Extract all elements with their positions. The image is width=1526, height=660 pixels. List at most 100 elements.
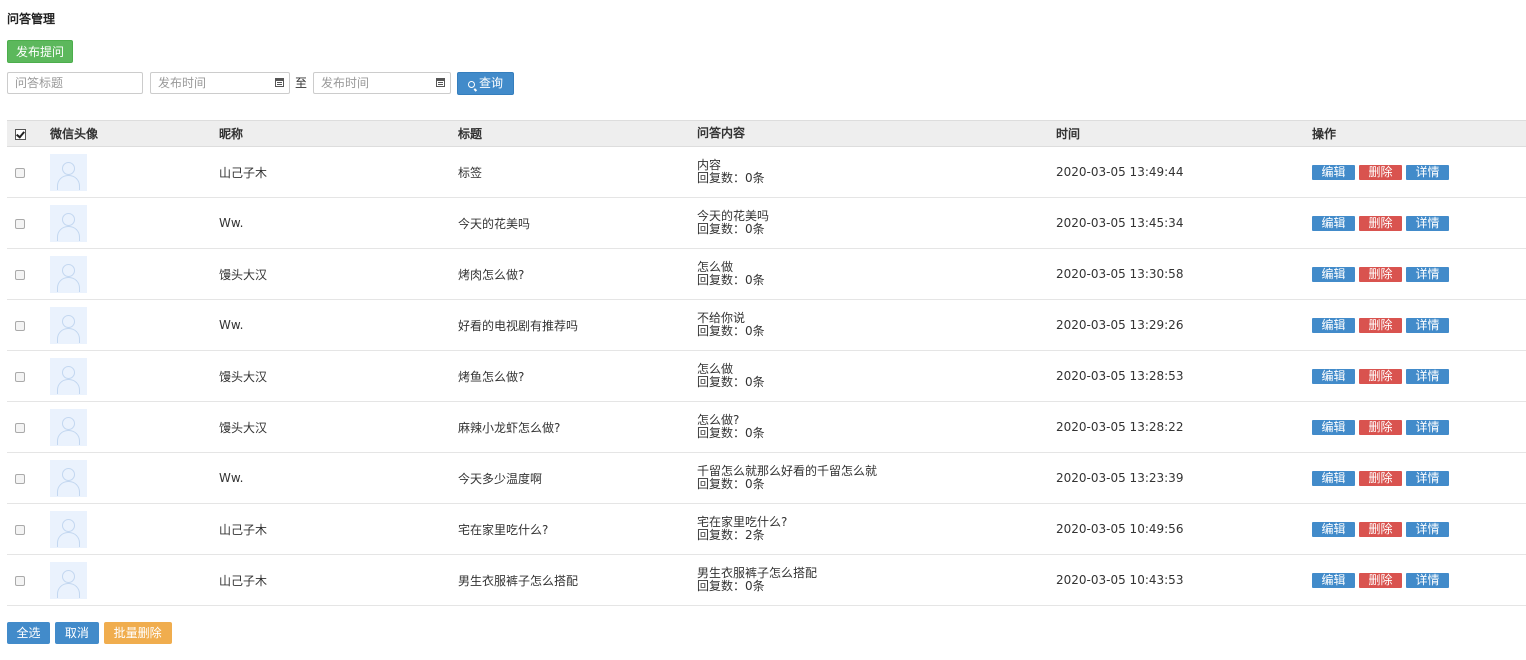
row-checkbox[interactable] (15, 524, 25, 535)
date-range-separator: 至 (295, 76, 308, 90)
row-reply-count: 回复数：0条 (697, 222, 765, 236)
row-time: 2020-03-05 13:23:39 (1056, 471, 1184, 485)
delete-button[interactable]: 删除 (1359, 164, 1402, 180)
row-reply-count: 回复数：2条 (697, 528, 765, 542)
row-checkbox[interactable] (15, 422, 25, 433)
start-date-placeholder: 发布时间 (158, 76, 207, 90)
start-date-input[interactable]: 发布时间 (150, 72, 290, 94)
table-row: Ww. 好看的电视剧有推荐吗 不给你说 回复数：0条 2020-03-05 13:… (7, 300, 1526, 351)
header-select-all[interactable] (7, 120, 50, 147)
row-nickname: 馒头大汉 (219, 369, 268, 384)
row-title: 宅在家里吃什么? (458, 522, 549, 537)
user-avatar-icon (50, 255, 87, 293)
row-checkbox[interactable] (15, 269, 25, 280)
row-time: 2020-03-05 13:28:22 (1056, 420, 1184, 434)
question-title-input[interactable]: 问答标题 (7, 72, 143, 94)
row-time: 2020-03-05 13:28:53 (1056, 369, 1184, 383)
detail-button[interactable]: 详情 (1406, 164, 1449, 180)
table-row: 山己子木 标签 内容 回复数：0条 2020-03-05 13:49:44 编辑删… (7, 147, 1526, 198)
row-checkbox[interactable] (15, 575, 25, 586)
row-time: 2020-03-05 13:29:26 (1056, 318, 1184, 332)
header-title: 标题 (458, 120, 697, 147)
table-row: 山己子木 宅在家里吃什么? 宅在家里吃什么? 回复数：2条 2020-03-05 … (7, 504, 1526, 555)
table-header-row: 微信头像 昵称 标题 问答内容 时间 操作 (7, 120, 1526, 147)
row-reply-count: 回复数：0条 (697, 375, 765, 389)
header-actions: 操作 (1312, 120, 1526, 147)
delete-button[interactable]: 删除 (1359, 419, 1402, 435)
calendar-icon[interactable] (436, 78, 445, 87)
user-avatar-icon (50, 408, 87, 446)
header-content: 问答内容 (697, 120, 1056, 147)
user-avatar-icon (50, 561, 87, 599)
delete-button[interactable]: 删除 (1359, 470, 1402, 486)
detail-button[interactable]: 详情 (1406, 521, 1449, 537)
calendar-icon[interactable] (275, 78, 284, 87)
delete-button[interactable]: 删除 (1359, 215, 1402, 231)
publish-question-button[interactable]: 发布提问 (7, 40, 73, 63)
page-title: 问答管理 (7, 12, 56, 26)
user-avatar-icon (50, 459, 87, 497)
row-reply-count: 回复数：0条 (697, 324, 765, 338)
row-nickname: 馒头大汉 (219, 267, 268, 282)
edit-button[interactable]: 编辑 (1312, 164, 1355, 180)
end-date-placeholder: 发布时间 (321, 76, 370, 90)
row-checkbox[interactable] (15, 473, 25, 484)
detail-button[interactable]: 详情 (1406, 317, 1449, 333)
detail-button[interactable]: 详情 (1406, 368, 1449, 384)
detail-button[interactable]: 详情 (1406, 470, 1449, 486)
row-reply-count: 回复数：0条 (697, 171, 765, 185)
row-title: 男生衣服裤子怎么搭配 (458, 573, 579, 588)
query-label: 查询 (478, 76, 503, 90)
row-time: 2020-03-05 13:45:34 (1056, 216, 1184, 230)
select-all-button[interactable]: 全选 (7, 622, 50, 644)
row-nickname: Ww. (219, 318, 244, 332)
cancel-selection-button[interactable]: 取消 (54, 622, 99, 644)
detail-button[interactable]: 详情 (1406, 266, 1449, 282)
check-icon[interactable] (15, 128, 26, 140)
qa-table: 微信头像 昵称 标题 问答内容 时间 操作 山己子木 标签 内容 回复数：0条 2… (7, 120, 1526, 606)
edit-button[interactable]: 编辑 (1312, 317, 1355, 333)
table-row: Ww. 今天多少温度啊 千留怎么就那么好看的千留怎么就 回复数：0条 2020-0… (7, 453, 1526, 504)
row-title: 烤鱼怎么做? (458, 369, 525, 384)
delete-button[interactable]: 删除 (1359, 266, 1402, 282)
row-title: 标签 (458, 165, 483, 180)
bulk-actions-bar: 全选 取消 批量删除 (7, 622, 173, 644)
row-nickname: Ww. (219, 216, 244, 230)
user-avatar-icon (50, 204, 87, 242)
edit-button[interactable]: 编辑 (1312, 470, 1355, 486)
detail-button[interactable]: 详情 (1406, 215, 1449, 231)
row-title: 今天的花美吗 (458, 216, 531, 231)
detail-button[interactable]: 详情 (1406, 419, 1449, 435)
row-title: 今天多少温度啊 (458, 471, 543, 486)
user-avatar-icon (50, 510, 87, 548)
batch-delete-button[interactable]: 批量删除 (103, 622, 172, 644)
row-title: 麻辣小龙虾怎么做? (458, 420, 561, 435)
table-row: 山己子木 男生衣服裤子怎么搭配 男生衣服裤子怎么搭配 回复数：0条 2020-03… (7, 555, 1526, 606)
table-row: 馒头大汉 烤肉怎么做? 怎么做 回复数：0条 2020-03-05 13:30:5… (7, 249, 1526, 300)
delete-button[interactable]: 删除 (1359, 317, 1402, 333)
header-avatar: 微信头像 (50, 120, 219, 147)
edit-button[interactable]: 编辑 (1312, 419, 1355, 435)
user-avatar-icon (50, 153, 87, 191)
edit-button[interactable]: 编辑 (1312, 215, 1355, 231)
delete-button[interactable]: 删除 (1359, 521, 1402, 537)
edit-button[interactable]: 编辑 (1312, 521, 1355, 537)
edit-button[interactable]: 编辑 (1312, 266, 1355, 282)
delete-button[interactable]: 删除 (1359, 572, 1402, 588)
row-checkbox[interactable] (15, 167, 25, 178)
table-row: 馒头大汉 麻辣小龙虾怎么做? 怎么做? 回复数：0条 2020-03-05 13:… (7, 402, 1526, 453)
row-nickname: 山己子木 (219, 573, 268, 588)
delete-button[interactable]: 删除 (1359, 368, 1402, 384)
row-checkbox[interactable] (15, 218, 25, 229)
detail-button[interactable]: 详情 (1406, 572, 1449, 588)
search-icon (467, 81, 475, 88)
row-checkbox[interactable] (15, 320, 25, 331)
row-nickname: 山己子木 (219, 522, 268, 537)
edit-button[interactable]: 编辑 (1312, 368, 1355, 384)
row-checkbox[interactable] (15, 371, 25, 382)
end-date-input[interactable]: 发布时间 (313, 72, 451, 94)
table-row: 馒头大汉 烤鱼怎么做? 怎么做 回复数：0条 2020-03-05 13:28:5… (7, 351, 1526, 402)
query-button[interactable]: 查询 (457, 72, 514, 95)
row-reply-count: 回复数：0条 (697, 426, 765, 440)
edit-button[interactable]: 编辑 (1312, 572, 1355, 588)
